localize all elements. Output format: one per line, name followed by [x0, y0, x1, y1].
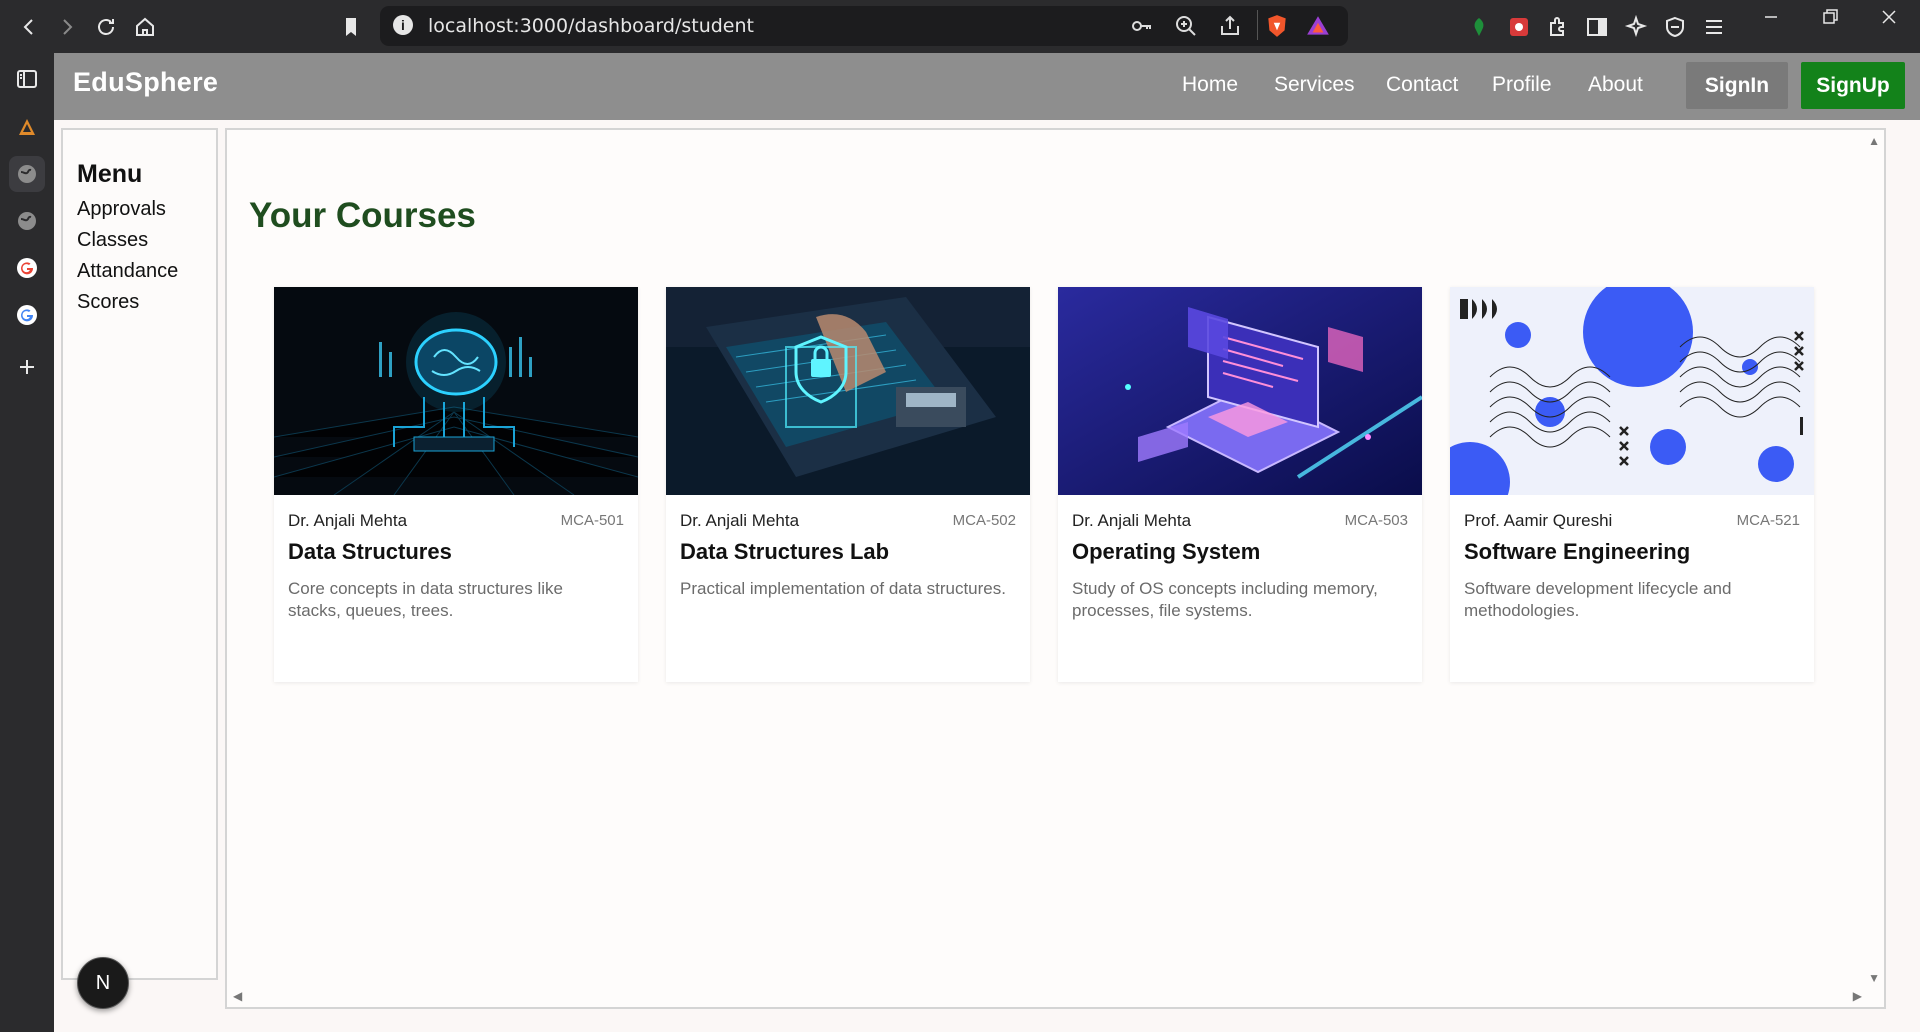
- url-text: localhost:3000/dashboard/student: [428, 15, 754, 37]
- nav-link-home[interactable]: Home: [1182, 73, 1238, 97]
- course-description: Core concepts in data structures like st…: [288, 579, 563, 620]
- sidebar-menu: Menu Approvals Classes Attandance Scores: [61, 128, 218, 980]
- key-icon[interactable]: [1130, 14, 1154, 43]
- nav-link-profile[interactable]: Profile: [1492, 73, 1552, 97]
- restore-icon[interactable]: [1817, 4, 1843, 30]
- divider: [1257, 10, 1258, 40]
- site-info-icon[interactable]: i: [393, 15, 413, 35]
- laptop-security-lock-image: [666, 287, 1030, 495]
- glowing-brain-circuit-image: [274, 287, 638, 495]
- main-content: Your Courses Dr. Anjali Mehta MCA-501 Da…: [225, 128, 1886, 1009]
- reload-icon[interactable]: [89, 10, 123, 44]
- scroll-left-arrow-icon[interactable]: ◀: [233, 989, 242, 1003]
- bookmark-icon[interactable]: [334, 10, 368, 44]
- extension-bug-icon[interactable]: [1506, 14, 1532, 40]
- course-name: Software Engineering: [1464, 539, 1691, 564]
- menu-item-scores[interactable]: Scores: [77, 291, 139, 314]
- course-description: Study of OS concepts including memory, p…: [1072, 579, 1378, 620]
- site-navbar: EduSphere Home Services Contact Profile …: [54, 53, 1920, 120]
- side-panel-toggle-icon[interactable]: [9, 61, 45, 97]
- nav-link-about[interactable]: About: [1588, 73, 1643, 97]
- zoom-icon[interactable]: [1174, 14, 1198, 43]
- forward-icon[interactable]: [50, 10, 84, 44]
- leo-ai-icon[interactable]: [1623, 14, 1649, 40]
- close-window-icon[interactable]: [1876, 4, 1902, 30]
- minimize-icon[interactable]: [1758, 4, 1784, 30]
- nav-link-contact[interactable]: Contact: [1386, 73, 1458, 97]
- course-card[interactable]: Dr. Anjali Mehta MCA-501 Data Structures…: [274, 287, 638, 682]
- scroll-up-arrow-icon[interactable]: ▲: [1868, 134, 1880, 148]
- course-code: MCA-521: [1736, 512, 1800, 529]
- scroll-right-arrow-icon[interactable]: ▶: [1853, 989, 1862, 1003]
- course-name: Operating System: [1072, 539, 1261, 564]
- course-code: MCA-503: [1344, 512, 1408, 529]
- brand-logo[interactable]: EduSphere: [73, 67, 218, 98]
- home-icon[interactable]: [128, 10, 162, 44]
- course-card[interactable]: Dr. Anjali Mehta MCA-502 Data Structures…: [666, 287, 1030, 682]
- course-teacher: Dr. Anjali Mehta: [1072, 511, 1192, 530]
- brave-rewards-icon[interactable]: [1305, 13, 1331, 44]
- pinned-site-globe-icon[interactable]: [9, 156, 45, 192]
- course-name: Data Structures Lab: [680, 539, 890, 564]
- browser-side-panel: [0, 53, 54, 1032]
- menu-item-approvals[interactable]: Approvals: [77, 198, 166, 221]
- course-card[interactable]: Dr. Anjali Mehta MCA-503 Operating Syste…: [1058, 287, 1422, 682]
- address-bar[interactable]: i localhost:3000/dashboard/student: [380, 6, 1348, 46]
- pinned-site-google-icon[interactable]: [9, 297, 45, 333]
- page-title: Your Courses: [249, 196, 476, 235]
- menu-title: Menu: [77, 160, 143, 188]
- sidebar-toggle-icon[interactable]: [1584, 14, 1610, 40]
- course-teacher: Dr. Anjali Mehta: [680, 511, 800, 530]
- nav-link-services[interactable]: Services: [1274, 73, 1355, 97]
- signup-button[interactable]: SignUp: [1801, 62, 1905, 109]
- course-name: Data Structures: [288, 539, 452, 564]
- course-description: Practical implementation of data structu…: [680, 579, 1006, 598]
- menu-item-attendance[interactable]: Attandance: [77, 260, 178, 283]
- course-teacher: Prof. Aamir Qureshi: [1464, 511, 1613, 530]
- pinned-site-google-icon[interactable]: [9, 250, 45, 286]
- course-description: Software development lifecycle and metho…: [1464, 579, 1732, 620]
- scroll-down-arrow-icon[interactable]: ▼: [1868, 971, 1880, 985]
- menu-hamburger-icon[interactable]: [1701, 14, 1727, 40]
- extensions-puzzle-icon[interactable]: [1545, 14, 1571, 40]
- course-card[interactable]: Prof. Aamir Qureshi MCA-521 Software Eng…: [1450, 287, 1814, 682]
- vpn-shield-icon[interactable]: [1662, 14, 1688, 40]
- course-code: MCA-502: [952, 512, 1016, 529]
- pinned-site-globe-icon[interactable]: [9, 203, 45, 239]
- extension-leaf-icon[interactable]: [1466, 14, 1492, 40]
- course-teacher: Dr. Anjali Mehta: [288, 511, 408, 530]
- nextjs-dev-badge[interactable]: N: [77, 957, 129, 1009]
- pinned-site-triangle-icon[interactable]: [9, 109, 45, 145]
- course-code: MCA-501: [560, 512, 624, 529]
- brave-shield-icon[interactable]: [1264, 13, 1290, 44]
- isometric-laptop-screens-image: [1058, 287, 1422, 495]
- abstract-blue-circles-pattern-image: [1450, 287, 1814, 495]
- share-icon[interactable]: [1218, 14, 1242, 43]
- menu-item-classes[interactable]: Classes: [77, 229, 148, 252]
- browser-toolbar: i localhost:3000/dashboard/student: [0, 0, 1920, 53]
- signin-button[interactable]: SignIn: [1686, 62, 1788, 109]
- back-icon[interactable]: [12, 10, 46, 44]
- add-icon[interactable]: [9, 349, 45, 385]
